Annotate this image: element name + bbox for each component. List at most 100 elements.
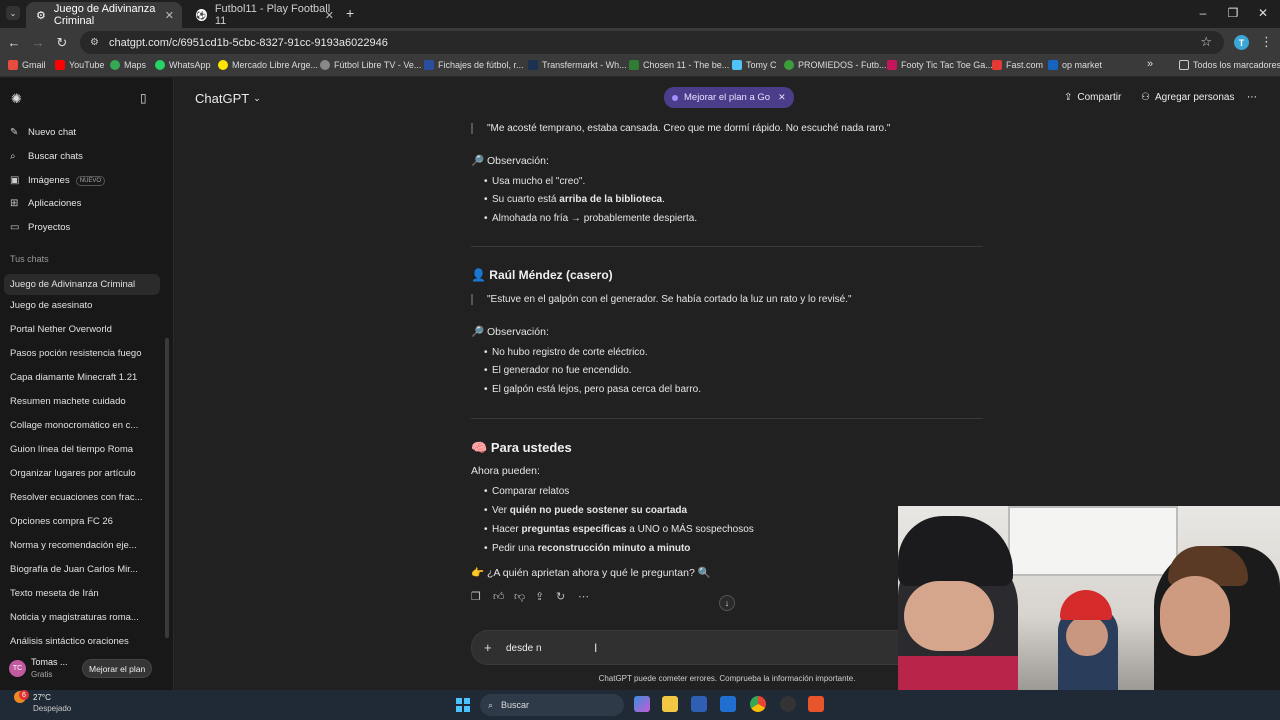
sidebar-item-apps[interactable]: ⊞ Aplicaciones bbox=[10, 198, 81, 209]
browser-menu-icon[interactable]: ⋮ bbox=[1260, 34, 1273, 50]
sidebar-item-projects[interactable]: ▭ Proyectos bbox=[10, 222, 70, 233]
chat-item[interactable]: Opciones compra FC 26 bbox=[10, 516, 160, 527]
outlook-icon[interactable] bbox=[720, 696, 736, 712]
bookmark-star-icon[interactable]: ☆ bbox=[1200, 34, 1212, 50]
scroll-down-icon[interactable]: ↓ bbox=[719, 595, 735, 611]
sidebar-scrollbar[interactable] bbox=[165, 338, 169, 638]
search-icon: ⌕ bbox=[488, 699, 494, 710]
sidebar-item-images[interactable]: ▣ Imágenes NUEVO bbox=[10, 175, 106, 186]
model-selector[interactable]: ChatGPT ⌄ bbox=[195, 91, 261, 106]
chat-item[interactable]: Juego de asesinato bbox=[10, 300, 160, 311]
chat-item[interactable]: Capa diamante Minecraft 1.21 bbox=[10, 372, 160, 383]
more-bookmarks-icon[interactable]: » bbox=[1147, 58, 1153, 70]
plus-icon[interactable]: + bbox=[484, 640, 492, 655]
bookmark-fichajes[interactable]: Fichajes de fútbol, r... bbox=[424, 60, 524, 70]
chosen11-icon bbox=[629, 60, 639, 70]
app-icon-2[interactable] bbox=[808, 696, 824, 712]
sidebar-item-search[interactable]: ⌕ Buscar chats bbox=[10, 151, 83, 162]
chat-item[interactable]: Portal Nether Overworld bbox=[10, 324, 160, 335]
browser-tab[interactable]: ⚽ Futbol11 - Play Football 11 ✕ bbox=[186, 2, 342, 28]
user-profile[interactable]: TC Tomas ... Gratis Mejorar el plan bbox=[0, 652, 174, 690]
sidebar-item-new-chat[interactable]: ✎ Nuevo chat bbox=[10, 127, 76, 138]
copilot-icon[interactable] bbox=[634, 696, 650, 712]
tab-menu-button[interactable]: ⌄ bbox=[6, 6, 20, 20]
chat-item[interactable]: Resumen machete cuidado bbox=[10, 396, 160, 407]
chat-item[interactable]: Texto meseta de Irán bbox=[10, 588, 160, 599]
back-icon[interactable]: ← bbox=[6, 35, 22, 50]
chat-item[interactable]: Norma y recomendación eje... bbox=[10, 540, 160, 551]
reload-icon[interactable]: ↻ bbox=[54, 35, 70, 51]
close-tab-icon[interactable]: ✕ bbox=[165, 9, 174, 22]
copy-icon[interactable]: ❐ bbox=[471, 590, 481, 603]
chat-item-active[interactable]: Juego de Adivinanza Criminal bbox=[4, 274, 160, 295]
weather-temp: 27°C bbox=[33, 693, 51, 702]
toggle-sidebar-icon[interactable]: ▯ bbox=[140, 91, 147, 105]
regenerate-icon[interactable]: ↻ bbox=[556, 590, 565, 603]
store-icon[interactable] bbox=[691, 696, 707, 712]
chat-item[interactable]: Collage monocromático en c... bbox=[10, 420, 160, 431]
close-window-icon[interactable]: ✕ bbox=[1253, 6, 1273, 20]
file-explorer-icon[interactable] bbox=[662, 696, 678, 712]
promo-pill[interactable]: Mejorar el plan a Go ✕ bbox=[664, 87, 794, 108]
bookmark-youtube[interactable]: YouTube bbox=[55, 60, 104, 70]
taskbar-search[interactable]: ⌕ Buscar bbox=[480, 694, 624, 716]
url-box[interactable]: ⚙ chatgpt.com/c/6951cd1b-5cbc-8327-91cc-… bbox=[80, 31, 1224, 54]
bookmark-futbollibre[interactable]: Fútbol Libre TV - Ve... bbox=[320, 60, 421, 70]
chrome-icon[interactable] bbox=[750, 696, 766, 712]
thumbs-down-icon[interactable]: 👎︎ bbox=[514, 590, 525, 603]
address-bar-row: ← → ↻ ⚙ chatgpt.com/c/6951cd1b-5cbc-8327… bbox=[0, 28, 1280, 57]
chat-item[interactable]: Noticia y magistraturas roma... bbox=[10, 612, 160, 623]
all-bookmarks[interactable]: Todos los marcadores bbox=[1179, 60, 1280, 70]
chat-item[interactable]: Análisis sintáctico oraciones bbox=[10, 636, 160, 647]
bookmark-whatsapp[interactable]: WhatsApp bbox=[155, 60, 211, 70]
close-tab-icon[interactable]: ✕ bbox=[325, 9, 334, 22]
new-badge: NUEVO bbox=[75, 175, 106, 186]
forward-icon[interactable]: → bbox=[30, 35, 46, 50]
share-icon[interactable]: ⇪ bbox=[535, 590, 544, 603]
bookmark-promiedos[interactable]: PROMIEDOS - Futb... bbox=[784, 60, 887, 70]
app-icon[interactable] bbox=[780, 696, 796, 712]
bookmark-maps[interactable]: Maps bbox=[110, 60, 146, 70]
fichajes-icon bbox=[424, 60, 434, 70]
profile-avatar[interactable]: T bbox=[1234, 35, 1249, 50]
upgrade-plan-button[interactable]: Mejorar el plan bbox=[82, 659, 153, 678]
minimize-icon[interactable]: – bbox=[1193, 6, 1213, 20]
more-actions-icon[interactable]: ⋯ bbox=[578, 590, 589, 603]
new-tab-icon[interactable]: + bbox=[346, 5, 354, 21]
bookmark-fastcom[interactable]: Fast.com bbox=[992, 60, 1043, 70]
avatar[interactable]: TC bbox=[9, 660, 26, 677]
bookmark-mercadolibre[interactable]: Mercado Libre Arge... bbox=[218, 60, 318, 70]
chat-item[interactable]: Organizar lugares por artículo bbox=[10, 468, 160, 479]
openai-logo-icon[interactable]: ✺ bbox=[11, 91, 22, 107]
bookmark-opmarket[interactable]: op market bbox=[1048, 60, 1102, 70]
bookmark-transfermarkt[interactable]: Transfermarkt - Wh... bbox=[528, 60, 627, 70]
list-item: El galpón está lejos, pero pasa cerca de… bbox=[484, 384, 701, 395]
chats-section-title: Tus chats bbox=[10, 254, 49, 264]
add-people-button[interactable]: ⚇ Agregar personas bbox=[1141, 92, 1234, 103]
more-options-icon[interactable]: ⋯ bbox=[1247, 92, 1257, 103]
chat-item[interactable]: Resolver ecuaciones con frac... bbox=[10, 492, 160, 503]
bookmark-footy[interactable]: Footy Tic Tac Toe Ga... bbox=[887, 60, 993, 70]
browser-tab-active[interactable]: ⚙ Juego de Adivinanza Criminal ✕ bbox=[26, 2, 182, 28]
site-info-icon[interactable]: ⚙ bbox=[90, 37, 99, 48]
promiedos-icon bbox=[784, 60, 794, 70]
observation-label: 🔎 Observación: bbox=[471, 155, 549, 167]
divider bbox=[471, 418, 983, 419]
chat-item[interactable]: Pasos poción resistencia fuego bbox=[10, 348, 160, 359]
chat-item[interactable]: Biografía de Juan Carlos Mir... bbox=[10, 564, 160, 575]
share-button[interactable]: ⇪ Compartir bbox=[1064, 92, 1121, 103]
chat-item[interactable]: Guion línea del tiempo Roma bbox=[10, 444, 160, 455]
share-icon: ⇪ bbox=[1064, 92, 1073, 103]
bookmark-tomyc[interactable]: Tomy C bbox=[732, 60, 777, 70]
bookmark-gmail[interactable]: Gmail bbox=[8, 60, 46, 70]
message-input[interactable]: desde n bbox=[506, 643, 542, 654]
thumbs-up-icon[interactable]: 👍︎ bbox=[493, 590, 505, 603]
bookmark-chosen11[interactable]: Chosen 11 - The be... bbox=[629, 60, 729, 70]
sidebar: ✺ ▯ ✎ Nuevo chat ⌕ Buscar chats ▣ Imágenes N… bbox=[0, 78, 174, 690]
windows-start-icon[interactable] bbox=[456, 698, 470, 712]
maximize-icon[interactable]: ❐ bbox=[1223, 6, 1243, 20]
tomyc-icon bbox=[732, 60, 742, 70]
cam-shirt bbox=[898, 656, 1018, 690]
whatsapp-icon bbox=[155, 60, 165, 70]
close-icon[interactable]: ✕ bbox=[778, 92, 786, 103]
